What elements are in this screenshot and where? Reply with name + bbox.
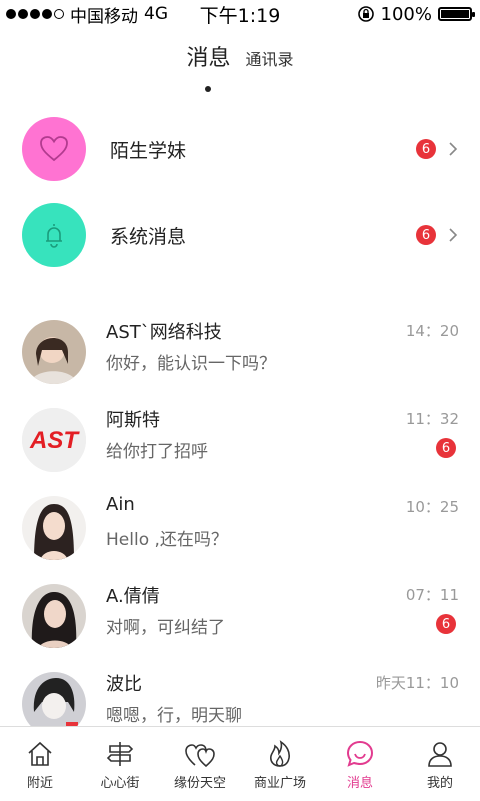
unread-badge: 6 <box>436 614 456 634</box>
hearts-icon <box>185 744 215 768</box>
avatar: AST <box>22 408 86 472</box>
chat-row-ain[interactable]: Ain Hello ,还在吗？ 10：25 <box>0 486 480 574</box>
chat-preview: 对啊，可纠结了 <box>106 618 225 638</box>
nav-label: 我的 <box>426 776 453 791</box>
nav-label: 缘份天空 <box>173 776 226 791</box>
heart-icon <box>40 136 68 162</box>
system-item-label: 系统消息 <box>110 225 187 248</box>
chat-preview: Hello ,还在吗？ <box>106 530 228 550</box>
nav-nearby[interactable]: 附近 <box>0 727 80 801</box>
system-avatar <box>22 203 86 267</box>
chat-time: 07：11 <box>405 586 459 604</box>
avatar <box>22 496 86 560</box>
chat-row-qianqian[interactable]: A.倩倩 对啊，可纠结了 07：11 6 <box>0 574 480 662</box>
chat-name: 阿斯特 <box>106 410 160 431</box>
user-icon <box>428 742 452 767</box>
chat-name: A.倩倩 <box>106 586 160 607</box>
signpost-icon <box>106 742 134 766</box>
avatar <box>22 584 86 648</box>
home-icon <box>28 741 52 766</box>
nav-label: 附近 <box>26 776 53 791</box>
nav-label: 心心街 <box>100 776 140 791</box>
system-item-notifications[interactable]: 系统消息 6 <box>0 195 480 275</box>
chat-name: Ain <box>106 494 135 515</box>
chat-row-ast-tech[interactable]: AST`网络科技 你好，能认识一下吗？ 14：20 <box>0 310 480 398</box>
flame-icon <box>270 740 290 767</box>
chat-preview: 你好，能认识一下吗？ <box>106 354 276 374</box>
chevron-right-icon <box>449 142 458 156</box>
unread-badge: 6 <box>416 225 436 245</box>
system-item-stranger[interactable]: 陌生学妹 6 <box>0 109 480 189</box>
ast-logo-text: AST <box>29 427 80 454</box>
chat-name: 波比 <box>106 674 142 695</box>
tab-messages[interactable]: 消息 <box>186 40 230 72</box>
nav-messages[interactable]: 消息 <box>320 727 400 801</box>
chat-row-asite[interactable]: AST 阿斯特 给你打了招呼 11：32 6 <box>0 398 480 486</box>
nav-label: 消息 <box>346 776 373 791</box>
status-bar: 中国移动 4G 下午1:19 100% <box>0 0 480 28</box>
battery-fill <box>441 10 469 18</box>
chat-preview: 给你打了招呼 <box>106 442 208 462</box>
nav-label: 商业广场 <box>253 776 306 791</box>
nav-fate-sky[interactable]: 缘份天空 <box>160 727 240 801</box>
battery-icon <box>438 7 475 21</box>
nav-business-plaza[interactable]: 商业广场 <box>240 727 320 801</box>
chat-name: AST`网络科技 <box>106 322 222 343</box>
stranger-avatar <box>22 117 86 181</box>
chat-time: 昨天11：10 <box>375 674 459 692</box>
unread-badge: 6 <box>416 139 436 159</box>
header: 消息 通讯录 <box>0 40 480 96</box>
system-item-label: 陌生学妹 <box>110 139 187 162</box>
bottom-nav: 附近 心心街 缘份天空 商业广场 消息 我的 <box>0 726 480 801</box>
avatar <box>22 320 86 384</box>
nav-profile[interactable]: 我的 <box>400 727 480 801</box>
bell-icon <box>46 224 62 248</box>
chevron-right-icon <box>449 228 458 242</box>
chat-time: 11：32 <box>405 410 459 428</box>
nav-heart-street[interactable]: 心心街 <box>80 727 160 801</box>
clock: 下午1:19 <box>199 4 281 27</box>
chat-bubble-icon <box>346 740 374 767</box>
active-tab-indicator <box>205 86 211 92</box>
tab-contacts[interactable]: 通讯录 <box>246 46 294 70</box>
chat-time: 14：20 <box>405 322 459 340</box>
chat-time: 10：25 <box>405 498 459 516</box>
unread-badge: 6 <box>436 438 456 458</box>
chat-preview: 嗯嗯，行，明天聊 <box>106 706 242 726</box>
